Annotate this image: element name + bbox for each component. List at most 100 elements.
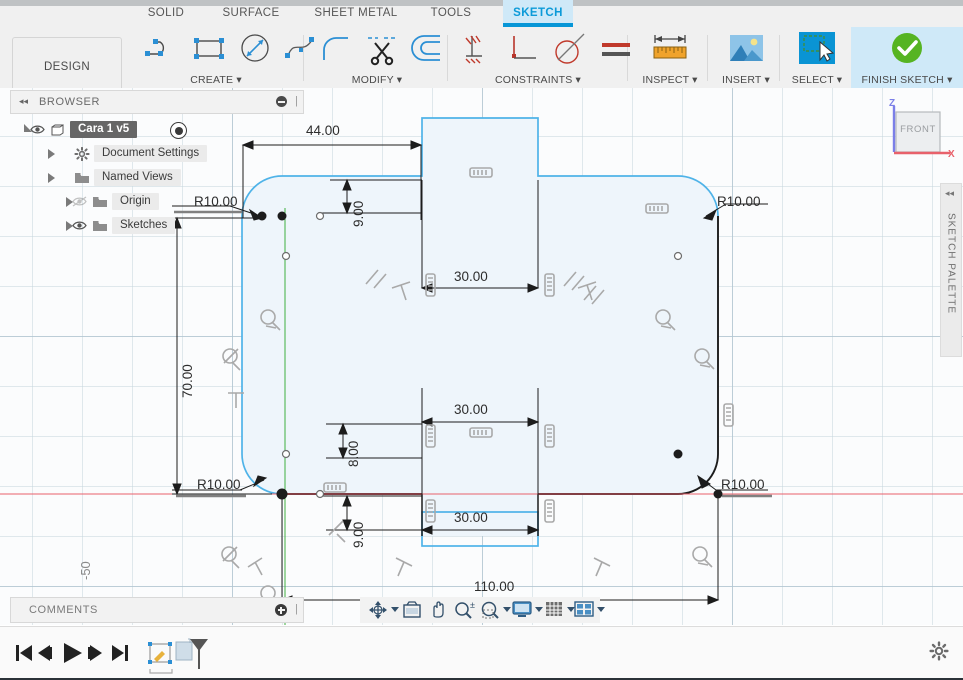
browser-tree[interactable]: Cara 1 v5 Document Settings Named Views Ori… — [10, 118, 302, 238]
zoom-icon[interactable]: ± — [454, 600, 476, 620]
dimension-label-lower-slot-height[interactable]: 8.00 — [346, 441, 361, 467]
finish-sketch-check-icon[interactable] — [887, 30, 927, 67]
viewports-icon[interactable] — [574, 600, 596, 620]
dimension-label-overall-height[interactable]: 70.00 — [180, 364, 195, 398]
dimension-label-lower-slot-width-upper[interactable]: 30.00 — [454, 402, 488, 417]
tab-sketch[interactable]: SKETCH — [503, 0, 573, 27]
dimension-label-fillet-top-right[interactable]: R10.00 — [717, 194, 761, 209]
sketch-feature-icon — [148, 642, 173, 674]
ribbon-group-label[interactable]: CONSTRAINTS ▾ — [452, 74, 624, 86]
browser-resize-handle[interactable]: | — [295, 95, 298, 107]
look-at-icon[interactable] — [402, 600, 424, 620]
rectangle-icon[interactable] — [190, 30, 230, 67]
browser-item-label: Cara 1 v5 — [70, 121, 138, 138]
browser-options-icon[interactable] — [276, 96, 287, 107]
chevron-down-icon[interactable] — [503, 607, 511, 612]
dimension-label-lower-notch-depth[interactable]: 9.00 — [351, 522, 366, 548]
select-window-icon[interactable] — [797, 30, 837, 67]
orbit-icon[interactable] — [368, 600, 390, 620]
sketch-palette-dock[interactable]: ◂◂ SKETCH PALETTE — [940, 183, 962, 357]
collapse-left-icon[interactable]: ◂◂ — [19, 96, 28, 107]
chevron-right-icon[interactable] — [48, 149, 55, 159]
browser-item-sketches[interactable]: Sketches — [10, 214, 302, 238]
view-cube[interactable]: FRONT Z X — [884, 98, 956, 166]
visibility-eye-icon[interactable] — [72, 220, 87, 231]
dimension-label-upper-notch-width[interactable]: 30.00 — [454, 269, 488, 284]
browser-item-document-settings[interactable]: Document Settings — [10, 142, 302, 166]
axis-value-label: -50 — [78, 561, 93, 580]
tab-solid[interactable]: SOLID — [140, 0, 192, 27]
grid-snaps-icon[interactable] — [544, 600, 566, 620]
browser-item-origin[interactable]: Origin — [10, 190, 302, 214]
visibility-eye-icon[interactable] — [30, 124, 45, 135]
equal-constraint-icon[interactable] — [596, 30, 636, 67]
tangent-constraint-icon — [692, 546, 713, 568]
pan-hand-icon[interactable] — [428, 600, 450, 620]
workspace-tab-bar: SOLID SURFACE SHEET METAL TOOLS SKETCH — [0, 0, 963, 27]
ribbon-group-insert: INSERT ▾ — [712, 27, 780, 88]
fix-constraint-icon[interactable] — [458, 30, 498, 67]
tab-label: SOLID — [147, 7, 185, 19]
tab-label: SHEET METAL — [314, 7, 398, 19]
chevron-down-icon[interactable] — [391, 607, 399, 612]
dimension-label-top-offset-width[interactable]: 44.00 — [306, 123, 340, 138]
circle-icon[interactable] — [236, 30, 276, 67]
coincident-constraint-icon[interactable] — [504, 30, 544, 67]
fillet-icon[interactable] — [316, 30, 356, 67]
browser-item-cara-1-v5[interactable]: Cara 1 v5 — [10, 118, 302, 142]
tab-label: TOOLS — [430, 7, 472, 19]
tab-tools[interactable]: TOOLS — [424, 0, 478, 27]
ribbon-group-label[interactable]: FINISH SKETCH ▾ — [851, 74, 963, 86]
zoom-window-icon[interactable] — [480, 600, 502, 620]
chevron-down-icon[interactable] — [535, 607, 543, 612]
tab-label: SURFACE — [222, 7, 280, 19]
tangent-constraint-icon[interactable] — [550, 30, 590, 67]
ribbon-group-inspect: INSPECT ▾ — [632, 27, 708, 88]
svg-text:±: ± — [470, 600, 475, 610]
horizontal-constraint-icon — [247, 557, 263, 576]
ribbon-group-label[interactable]: INSERT ▾ — [712, 74, 780, 86]
ribbon-group-label[interactable]: INSPECT ▾ — [632, 74, 708, 86]
display-settings-icon[interactable] — [512, 600, 534, 620]
timeline-controls[interactable] — [4, 629, 264, 677]
browser-title: BROWSER — [39, 96, 101, 108]
ribbon-group-label[interactable]: CREATE ▾ — [134, 74, 298, 86]
browser-item-label: Named Views — [94, 169, 181, 186]
activate-component-radio[interactable] — [170, 122, 187, 139]
gear-icon[interactable] — [929, 641, 949, 661]
ribbon-group-finishsketch: FINISH SKETCH ▾ — [851, 27, 963, 88]
dimension-label-upper-notch-depth[interactable]: 9.00 — [351, 201, 366, 227]
tab-surface[interactable]: SURFACE — [213, 0, 289, 27]
visibility-eye-icon[interactable] — [72, 196, 87, 207]
insert-image-icon[interactable] — [726, 30, 766, 67]
browser-item-named-views[interactable]: Named Views — [10, 166, 302, 190]
comments-panel[interactable]: COMMENTS | — [10, 597, 304, 623]
gear-icon — [74, 147, 90, 161]
offset-icon[interactable] — [408, 30, 448, 67]
ribbon-group-label[interactable]: SELECT ▾ — [784, 74, 850, 86]
navigation-bar[interactable]: ± — [360, 597, 605, 623]
folder-icon — [92, 195, 108, 209]
timeline-bar[interactable] — [0, 626, 963, 680]
component-icon — [50, 123, 66, 137]
ribbon-group-label[interactable]: MODIFY ▾ — [310, 74, 444, 86]
step-forward-icon — [88, 645, 102, 661]
dimension-label-fillet-bottom-left[interactable]: R10.00 — [197, 477, 241, 492]
measure-icon[interactable] — [650, 30, 690, 67]
tab-sheet-metal[interactable]: SHEET METAL — [308, 0, 404, 27]
comments-resize-handle[interactable]: | — [295, 603, 298, 615]
add-comment-icon[interactable] — [275, 604, 287, 616]
line-icon[interactable] — [142, 30, 182, 67]
chevron-down-icon[interactable] — [597, 607, 605, 612]
dimension-label-overall-width[interactable]: 110.00 — [474, 579, 514, 594]
trim-icon[interactable] — [362, 30, 402, 67]
dimension-label-lower-notch-width[interactable]: 30.00 — [454, 510, 488, 525]
dimension-label-fillet-bottom-right[interactable]: R10.00 — [721, 477, 765, 492]
comments-title: COMMENTS — [29, 604, 98, 616]
chevron-right-icon[interactable] — [48, 173, 55, 183]
ribbon-group-select: SELECT ▾ — [784, 27, 850, 88]
dimension-lower-notch-depth[interactable] — [318, 494, 422, 532]
play-icon — [64, 643, 82, 663]
browser-item-label: Sketches — [112, 217, 176, 234]
ribbon-group-constraints: CONSTRAINTS ▾ — [452, 27, 630, 88]
